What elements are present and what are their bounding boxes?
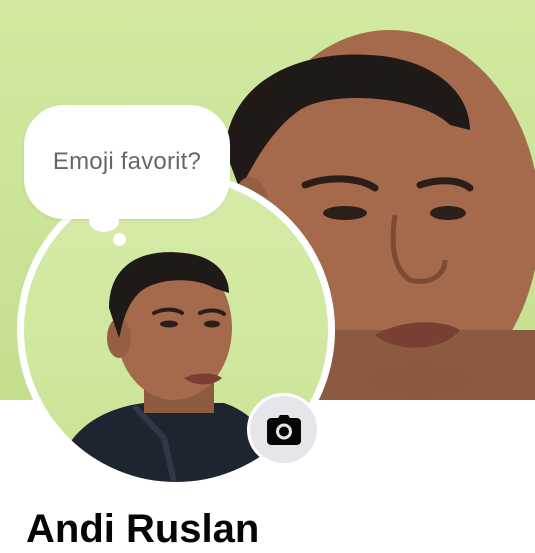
camera-icon (266, 414, 301, 445)
profile-name: Andi Ruslan (26, 507, 260, 551)
thought-bubble-text: Emoji favorit? (52, 148, 202, 175)
thought-bubble[interactable]: Emoji favorit? (24, 105, 230, 219)
update-profile-picture-button[interactable] (247, 393, 320, 466)
thought-bubble-tail-large (89, 210, 119, 232)
thought-bubble-tail-small (113, 233, 126, 246)
